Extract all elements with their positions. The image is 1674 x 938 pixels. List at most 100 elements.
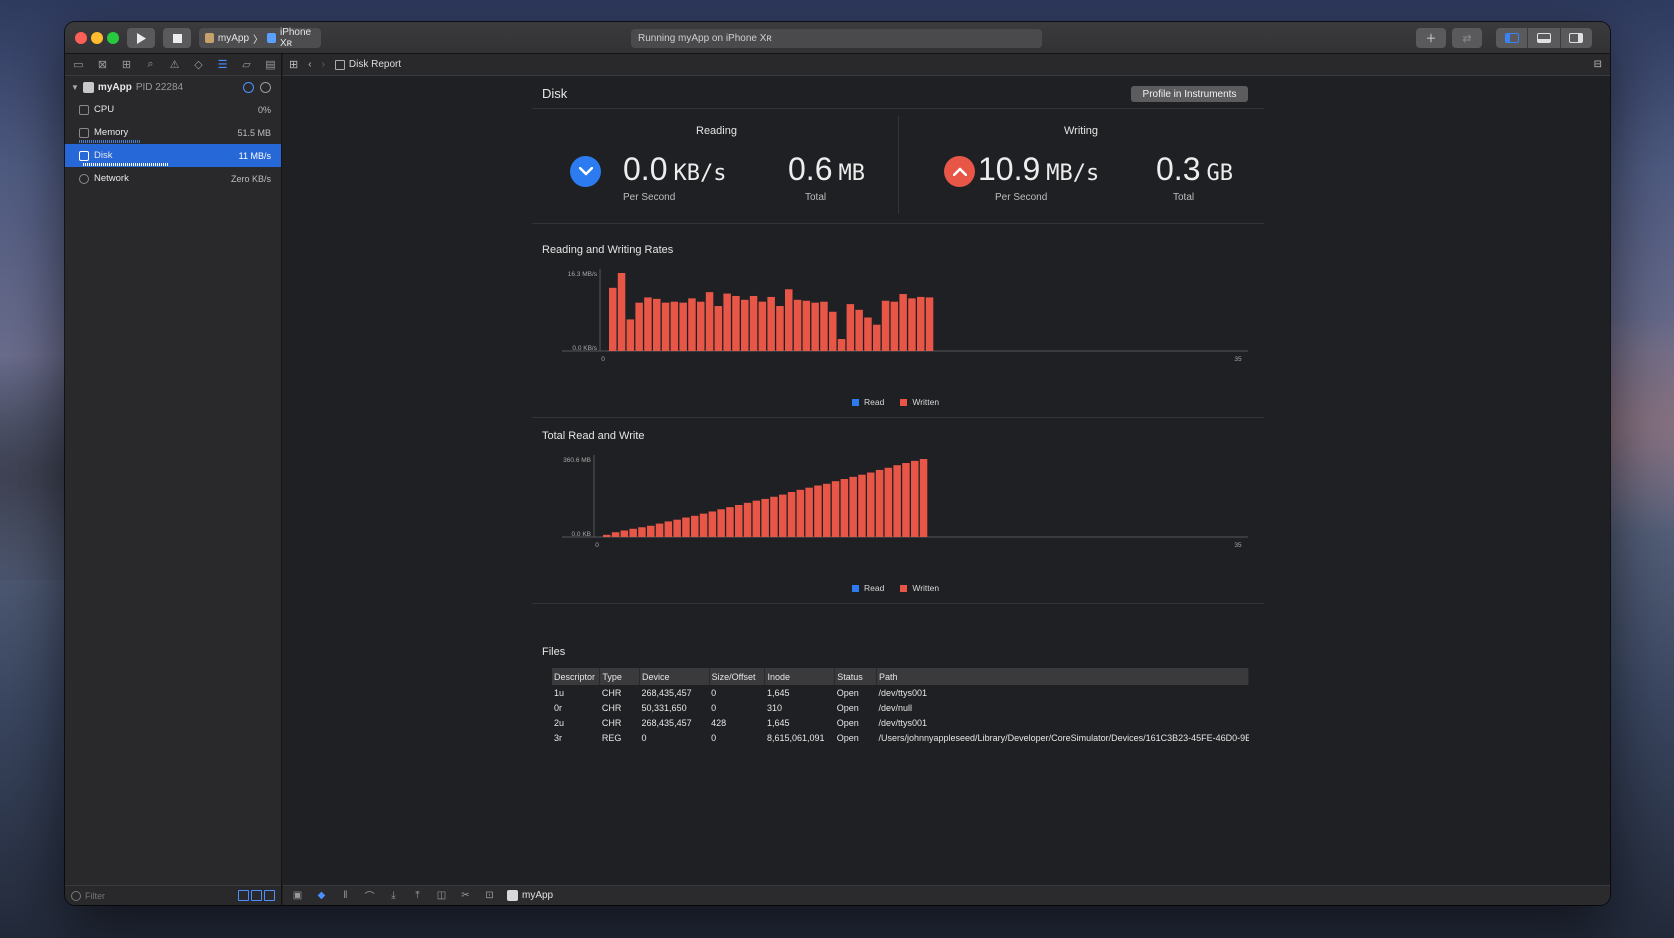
stop-button[interactable] <box>163 28 191 48</box>
pause-icon[interactable]: ‖ <box>339 890 352 901</box>
written-bar <box>647 525 655 537</box>
written-bar <box>925 297 934 351</box>
reading-total: 0.6 MB <box>788 151 865 188</box>
files-column-header[interactable]: Type <box>599 668 641 685</box>
gauge-options-icon[interactable] <box>243 81 254 93</box>
bottom-pane-icon <box>1536 33 1551 43</box>
files-cell-descriptor: 0r <box>554 702 563 713</box>
code-review-button[interactable]: ⇄ <box>1452 28 1482 48</box>
filter-option-3-icon[interactable] <box>264 890 275 901</box>
files-column-header[interactable]: Status <box>834 668 877 685</box>
zoom-window-button[interactable] <box>107 32 119 44</box>
breadcrumb-label: Disk Report <box>348 59 402 70</box>
gauge-cpu[interactable]: CPU 0% <box>65 98 281 121</box>
disclosure-triangle-icon[interactable]: ▼ <box>71 83 79 92</box>
run-button[interactable] <box>127 28 155 48</box>
disk-icon <box>79 150 89 161</box>
legend-written-label: Written <box>912 583 940 593</box>
files-column-header[interactable]: Descriptor <box>552 668 601 685</box>
process-info-icon[interactable] <box>260 81 271 93</box>
legend-written: Written <box>900 397 939 407</box>
add-editor-icon[interactable]: ⊟ <box>1594 59 1602 70</box>
scheme-selector[interactable]: myApp 〉 iPhone Xʀ <box>199 27 321 49</box>
toggle-debug-area-button[interactable] <box>1528 28 1561 48</box>
files-column-header[interactable]: Inode <box>764 668 836 685</box>
files-row[interactable]: 0r CHR 50,331,650 0 310 Open/dev/null <box>552 700 1249 715</box>
writing-label: Writing <box>1064 125 1099 137</box>
written-bar <box>858 474 866 537</box>
written-bar <box>758 301 767 351</box>
cpu-icon <box>79 104 89 115</box>
symbol-icon[interactable]: ⊞ <box>119 58 134 71</box>
writing-total-unit: GB <box>1206 161 1233 186</box>
debug-app-name: myApp <box>522 890 554 901</box>
written-swatch <box>900 585 908 592</box>
written-bar <box>820 301 828 351</box>
debug-gauges-icon[interactable]: ☰ <box>215 58 230 71</box>
profile-in-instruments-button[interactable]: Profile in Instruments <box>1131 86 1248 102</box>
breadcrumb[interactable]: Disk Report <box>334 59 402 70</box>
step-out-icon[interactable]: ⤒ <box>411 890 424 901</box>
warning-icon[interactable]: ⚠ <box>167 58 182 71</box>
memory-graph-icon[interactable]: ✂ <box>459 890 472 901</box>
debug-process-selector[interactable]: myApp <box>507 890 553 901</box>
files-column-header[interactable]: Device <box>639 668 710 685</box>
process-row[interactable]: ▼ myApp PID 22284 <box>65 76 281 98</box>
divider <box>532 603 1264 604</box>
read-swatch <box>852 399 859 406</box>
related-items-icon[interactable]: ⊞ <box>289 58 298 71</box>
files-table: Descriptor Type Device Size/Offset Inode Stat… <box>552 668 1249 745</box>
gauge-value: 11 MB/s <box>238 150 271 161</box>
toggle-navigator-button[interactable] <box>1496 28 1529 48</box>
reading-rate: 0.0 KB/s <box>623 151 726 188</box>
reading-label: Reading <box>696 125 737 137</box>
report-icon[interactable]: ▤ <box>263 58 278 71</box>
written-bar <box>770 496 778 537</box>
files-row[interactable]: 3r REG 0 0 8,615,061,091 Open/Users/johnnyapp… <box>552 730 1249 745</box>
column-divider <box>898 116 899 214</box>
files-cell-status: Open <box>836 717 859 728</box>
source-control-icon[interactable]: ⊠ <box>95 58 110 71</box>
gauge-memory[interactable]: Memory 51.5 MB <box>65 121 281 144</box>
view-hierarchy-icon[interactable]: ◫ <box>435 890 448 901</box>
device-name: iPhone Xʀ <box>279 27 312 49</box>
hide-debug-area-icon[interactable]: ▣ <box>291 890 304 901</box>
folder-icon[interactable]: ▭ <box>71 58 86 71</box>
step-over-icon[interactable]: ⌒ <box>363 890 376 903</box>
reading-down-arrow-icon <box>570 156 601 187</box>
written-bar <box>849 476 857 537</box>
filter-input[interactable] <box>85 890 205 901</box>
forward-icon[interactable]: › <box>322 59 325 70</box>
x-tick-label: 35 <box>1234 542 1242 549</box>
written-bar <box>840 479 849 537</box>
step-into-icon[interactable]: ⤓ <box>387 890 400 901</box>
files-column-header[interactable]: Size/Offset <box>709 668 766 685</box>
written-bar <box>793 299 802 351</box>
test-diamond-icon[interactable]: ◇ <box>191 58 206 71</box>
written-bar <box>644 297 652 351</box>
filter-option-2-icon[interactable] <box>251 890 262 901</box>
files-row[interactable]: 2u CHR 268,435,457 428 1,645 Open/dev/ttys001 <box>552 715 1249 730</box>
files-column-header[interactable]: Path <box>876 668 1249 685</box>
written-bar <box>609 287 617 351</box>
files-row[interactable]: 1u CHR 268,435,457 0 1,645 Open/dev/ttys001 <box>552 685 1249 700</box>
library-button[interactable]: ＋ <box>1416 28 1446 48</box>
minimize-window-button[interactable] <box>91 32 103 44</box>
title-bar: myApp 〉 iPhone Xʀ Running myApp on iPhon… <box>65 22 1610 54</box>
filter-option-1-icon[interactable] <box>238 890 249 901</box>
breakpoints-toggle-icon[interactable]: ◆ <box>315 890 328 901</box>
back-icon[interactable]: ‹ <box>308 59 311 70</box>
written-bar <box>653 298 661 351</box>
files-cell-inode: 8,615,061,091 <box>766 732 825 743</box>
close-window-button[interactable] <box>75 32 87 44</box>
environment-overrides-icon[interactable]: ⊡ <box>483 890 496 901</box>
toggle-inspector-button[interactable] <box>1561 28 1592 48</box>
written-bar <box>620 530 629 537</box>
written-bar <box>811 302 819 351</box>
totals-chart: 360.6 MB 0.0 KB 0 35 <box>562 455 1248 549</box>
search-icon[interactable]: ⌕ <box>143 58 158 71</box>
gauge-disk[interactable]: Disk 11 MB/s <box>65 144 281 167</box>
gauge-network[interactable]: Network Zero KB/s <box>65 167 281 190</box>
breakpoint-icon[interactable]: ▱ <box>239 58 254 71</box>
written-bar <box>873 324 881 351</box>
